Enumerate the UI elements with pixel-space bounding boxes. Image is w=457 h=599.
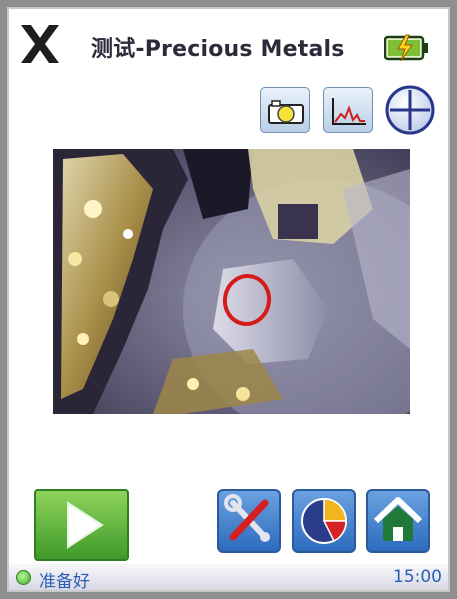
spectrum-button[interactable] — [323, 87, 373, 133]
home-icon — [373, 497, 423, 541]
page-title: 测试-Precious Metals — [91, 37, 345, 62]
header-bar: 测试-Precious Metals — [9, 9, 448, 81]
home-button[interactable] — [366, 489, 430, 553]
spectrum-icon — [332, 98, 366, 125]
close-x-icon[interactable] — [17, 21, 63, 67]
results-button[interactable] — [292, 489, 356, 553]
crosshair-plus-button[interactable] — [384, 84, 436, 136]
device-screen: 测试-Precious Metals 准备好 15:00 — [7, 7, 450, 592]
camera-preview[interactable] — [53, 149, 410, 414]
play-icon — [67, 501, 104, 549]
clock-time: 15:00 — [393, 567, 442, 587]
battery-charging-icon — [383, 33, 430, 63]
status-bar: 准备好 15:00 — [9, 562, 448, 590]
status-indicator-icon — [16, 570, 31, 585]
pie-chart-icon — [301, 498, 347, 544]
camera-button[interactable] — [260, 87, 310, 133]
tools-icon — [224, 494, 270, 542]
crosshair-plus-icon — [385, 85, 435, 135]
tools-button[interactable] — [217, 489, 281, 553]
status-text: 准备好 — [39, 572, 90, 592]
sample-image — [53, 149, 410, 414]
start-button[interactable] — [34, 489, 129, 561]
camera-icon — [268, 100, 304, 124]
